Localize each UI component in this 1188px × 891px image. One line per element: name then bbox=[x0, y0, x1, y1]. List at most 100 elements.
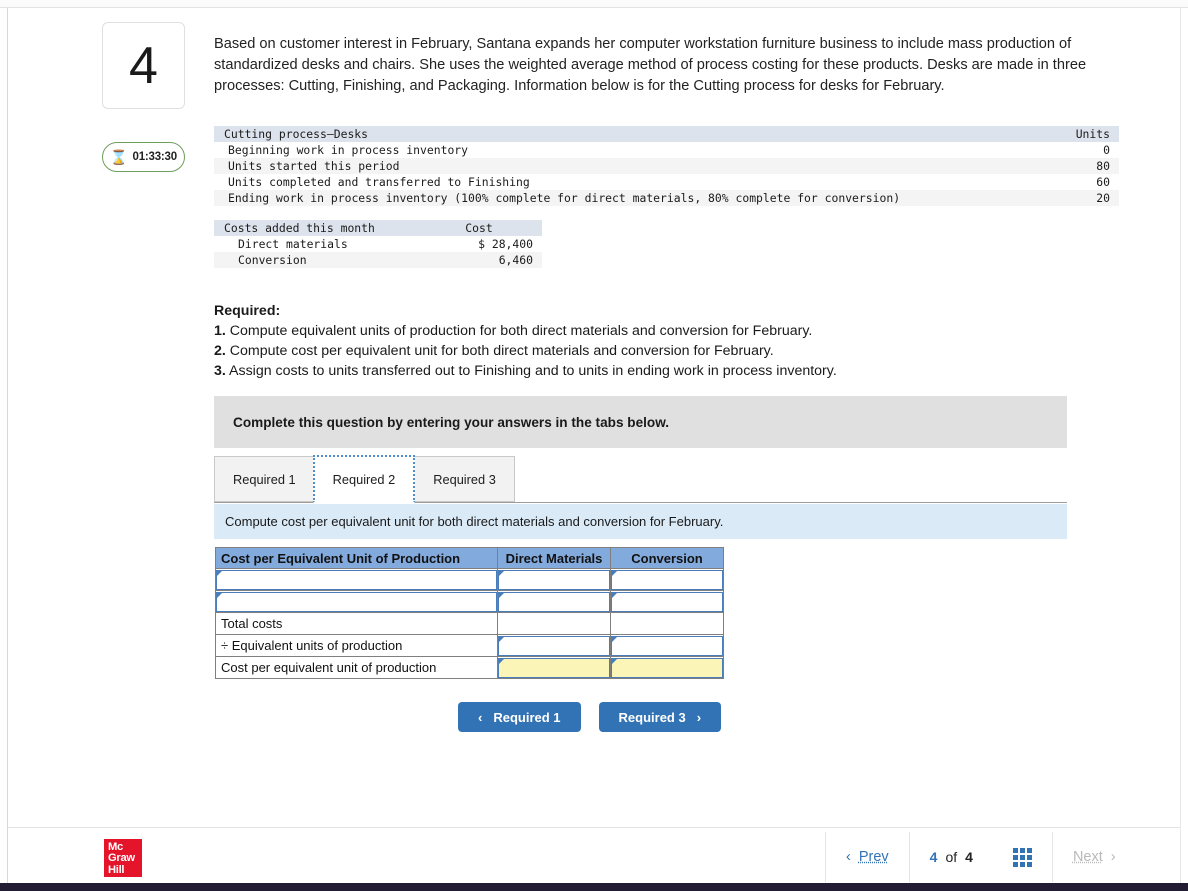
requirement-nav-buttons: ‹ Required 1 Required 3 › bbox=[458, 702, 722, 732]
row-label: Direct materials bbox=[238, 237, 348, 251]
chevron-right-icon: › bbox=[1110, 849, 1116, 865]
tab-required-3[interactable]: Required 3 bbox=[414, 456, 515, 502]
prev-requirement-button[interactable]: ‹ Required 1 bbox=[458, 702, 581, 732]
answer-row-5-dm-input[interactable] bbox=[498, 657, 610, 678]
logo-line-3: Hill bbox=[108, 863, 125, 876]
required-item-2: 2. Compute cost per equivalent unit for … bbox=[214, 342, 974, 361]
answer-row-4-dm-input[interactable] bbox=[498, 635, 610, 656]
answer-row-5-cv-cell bbox=[610, 656, 724, 679]
required-item-2-number: 2. bbox=[214, 343, 226, 359]
answer-row-2-label-input[interactable] bbox=[216, 591, 497, 612]
answer-row-4-dm-cell bbox=[497, 634, 611, 657]
left-divider bbox=[7, 8, 8, 883]
answer-row-1-dm-input[interactable] bbox=[498, 569, 610, 590]
required-item-3: 3. Assign costs to units transferred out… bbox=[214, 362, 974, 381]
tab-required-2[interactable]: Required 2 bbox=[312, 455, 416, 503]
row-label: Beginning work in process inventory bbox=[228, 143, 469, 157]
mcgraw-hill-logo: Mc Graw Hill bbox=[104, 839, 142, 877]
footer-grid-button[interactable] bbox=[993, 832, 1052, 882]
footer-prev-label: Prev bbox=[858, 849, 889, 865]
required-heading: Required: bbox=[214, 303, 281, 319]
answer-row-1-label-input[interactable] bbox=[216, 569, 497, 590]
question-intro-text: Based on customer interest in February, … bbox=[214, 36, 1087, 94]
footer-question-counter: 4 of 4 bbox=[910, 832, 993, 882]
answer-row-3-cv-value bbox=[610, 612, 724, 635]
required-item-1-text: Compute equivalent units of production f… bbox=[229, 323, 813, 339]
tab-required-2-label: Required 2 bbox=[332, 471, 396, 487]
tab-required-1-label: Required 1 bbox=[233, 471, 296, 487]
answer-header-conversion: Conversion bbox=[610, 547, 724, 569]
table-row: Total costs bbox=[215, 612, 724, 635]
tab-required-1[interactable]: Required 1 bbox=[214, 456, 314, 502]
table-row bbox=[215, 568, 724, 591]
answer-row-2-dm-input[interactable] bbox=[498, 591, 610, 612]
answer-table-wrapper: Cost per Equivalent Unit of Production D… bbox=[215, 547, 724, 679]
table-row: Costs added this month Cost bbox=[214, 220, 542, 236]
units-table-units-header: Units bbox=[1057, 126, 1119, 142]
tab-strip: Required 1 Required 2 Required 3 bbox=[214, 455, 515, 503]
table-row: Ending work in process inventory (100% c… bbox=[214, 190, 1119, 206]
answer-row-2-dm-cell bbox=[497, 590, 611, 613]
table-row: Units completed and transferred to Finis… bbox=[214, 174, 1119, 190]
footer-counter-current: 4 bbox=[929, 849, 938, 865]
required-item-2-text: Compute cost per equivalent unit for bot… bbox=[229, 343, 774, 359]
chevron-left-icon: ‹ bbox=[478, 709, 483, 725]
table-row bbox=[215, 590, 724, 613]
table-row: Cutting process—Desks Units bbox=[214, 126, 1119, 142]
row-label: Conversion bbox=[214, 252, 432, 268]
footer-next-button[interactable]: Next › bbox=[1053, 832, 1136, 882]
top-strip bbox=[0, 0, 1188, 8]
footer-counter-of: of bbox=[945, 849, 958, 865]
answer-table-header-row: Cost per Equivalent Unit of Production D… bbox=[215, 547, 724, 569]
table-row: Beginning work in process inventory 0 bbox=[214, 142, 1119, 158]
required-item-1-number: 1. bbox=[214, 323, 226, 339]
footer-next-label: Next bbox=[1072, 849, 1103, 865]
answer-row-1-dm-cell bbox=[497, 568, 611, 591]
table-row: Direct materials $ 28,400 bbox=[214, 236, 542, 252]
answer-header-direct-materials: Direct Materials bbox=[497, 547, 611, 569]
answer-row-5-cv-input[interactable] bbox=[611, 657, 723, 678]
tab-required-3-label: Required 3 bbox=[433, 471, 496, 487]
timer-value: 01:33:30 bbox=[132, 151, 178, 163]
instruction-banner: Complete this question by entering your … bbox=[214, 396, 1067, 448]
row-value: 0 bbox=[1103, 143, 1110, 157]
active-tab-description: Compute cost per equivalent unit for bot… bbox=[214, 504, 1067, 539]
answer-row-4-cv-cell bbox=[610, 634, 724, 657]
units-table-title: Cutting process—Desks bbox=[214, 126, 1057, 142]
table-row: Units started this period 80 bbox=[214, 158, 1119, 174]
row-value: 80 bbox=[1057, 158, 1119, 174]
required-section: Required: 1. Compute equivalent units of… bbox=[214, 302, 974, 381]
row-value: 6,460 bbox=[432, 252, 542, 268]
right-divider bbox=[1180, 8, 1181, 883]
row-value: $ 28,400 bbox=[478, 237, 533, 251]
answer-row-5-label: Cost per equivalent unit of production bbox=[215, 656, 498, 679]
required-item-3-number: 3. bbox=[214, 363, 226, 379]
answer-row-1-cv-input[interactable] bbox=[611, 569, 723, 590]
footer-prev-button[interactable]: ‹ Prev bbox=[826, 832, 909, 882]
required-item-1: 1. Compute equivalent units of productio… bbox=[214, 322, 974, 341]
answer-table: Cost per Equivalent Unit of Production D… bbox=[215, 547, 724, 679]
costs-table-cost-header: Cost bbox=[432, 220, 542, 236]
answer-header-label: Cost per Equivalent Unit of Production bbox=[215, 547, 498, 569]
answer-row-2-cv-input[interactable] bbox=[611, 591, 723, 612]
answer-row-2-cv-cell bbox=[610, 590, 724, 613]
chevron-right-icon: › bbox=[696, 709, 702, 725]
row-label: Ending work in process inventory (100% c… bbox=[214, 190, 1057, 206]
row-value: 20 bbox=[1057, 190, 1119, 206]
question-number-box: 4 bbox=[102, 22, 185, 109]
instruction-banner-text: Complete this question by entering your … bbox=[233, 414, 670, 430]
answer-row-1-label-cell bbox=[215, 568, 498, 591]
costs-table-title: Costs added this month bbox=[214, 220, 432, 236]
row-value: 60 bbox=[1096, 175, 1110, 189]
answer-row-4-cv-input[interactable] bbox=[611, 635, 723, 656]
required-item-3-text: Assign costs to units transferred out to… bbox=[229, 363, 837, 379]
chevron-left-icon: ‹ bbox=[846, 849, 851, 865]
answer-row-2-label-cell bbox=[215, 590, 498, 613]
row-label: Units started this period bbox=[214, 158, 1057, 174]
next-requirement-button[interactable]: Required 3 › bbox=[598, 702, 722, 732]
prev-requirement-label: Required 1 bbox=[493, 709, 561, 725]
exam-page: 4 ⌛ 01:33:30 Based on customer interest … bbox=[0, 0, 1188, 891]
timer-badge: ⌛ 01:33:30 bbox=[102, 142, 185, 172]
answer-row-3-label: Total costs bbox=[215, 612, 498, 635]
next-requirement-label: Required 3 bbox=[618, 709, 686, 725]
